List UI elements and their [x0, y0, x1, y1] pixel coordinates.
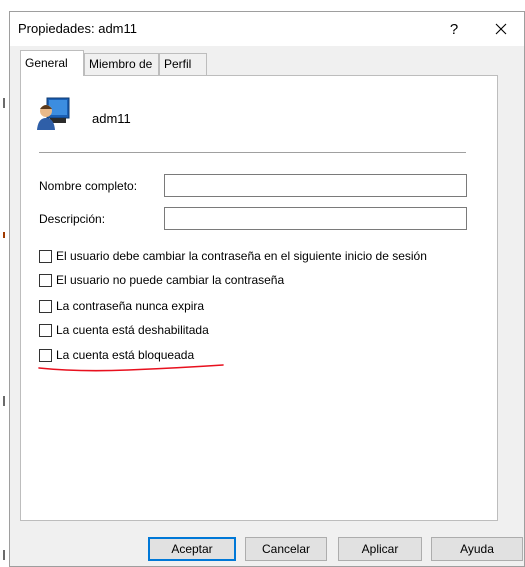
background-mark	[3, 98, 5, 108]
account-disabled-option[interactable]: La cuenta está deshabilitada	[39, 322, 209, 338]
tab-miembro-de[interactable]: Miembro de	[84, 53, 159, 75]
ok-button[interactable]: Aceptar	[148, 537, 236, 561]
must-change-password-checkbox[interactable]	[39, 249, 52, 263]
apply-button[interactable]: Aplicar	[338, 537, 422, 561]
background-mark	[3, 232, 5, 238]
divider	[39, 152, 466, 153]
close-button[interactable]	[478, 12, 524, 46]
user-icon	[37, 97, 70, 130]
account-disabled-checkbox[interactable]	[39, 323, 52, 337]
full-name-field[interactable]	[164, 174, 467, 197]
checkbox-label: La contraseña nunca expira	[56, 299, 205, 313]
full-name-label: Nombre completo:	[39, 179, 138, 193]
account-name: adm11	[92, 111, 131, 126]
checkbox-label: La cuenta está bloqueada	[56, 348, 195, 362]
help-icon: ?	[449, 20, 459, 38]
checkbox-label: El usuario no puede cambiar la contraseñ…	[56, 273, 285, 287]
description-field[interactable]	[164, 207, 467, 230]
tab-perfil[interactable]: Perfil	[159, 53, 207, 75]
background-mark	[3, 550, 5, 560]
password-never-expires-option[interactable]: La contraseña nunca expira	[39, 298, 204, 314]
window-title: Propiedades: adm11	[18, 21, 138, 36]
tab-label: Miembro de	[89, 57, 153, 71]
account-locked-checkbox[interactable]	[39, 348, 52, 362]
cannot-change-password-option[interactable]: El usuario no puede cambiar la contraseñ…	[39, 272, 284, 288]
cancel-button[interactable]: Cancelar	[245, 537, 327, 561]
help-title-button[interactable]: ?	[434, 12, 474, 46]
tab-label: Perfil	[164, 57, 192, 71]
close-icon	[495, 23, 507, 35]
background-window-edge	[0, 0, 9, 567]
checkbox-label: La cuenta está deshabilitada	[56, 323, 209, 337]
tab-label: General	[25, 56, 68, 70]
background-mark	[3, 396, 5, 406]
red-underline-annotation	[38, 364, 224, 372]
help-button[interactable]: Ayuda	[431, 537, 523, 561]
cannot-change-password-checkbox[interactable]	[39, 273, 52, 287]
password-never-expires-checkbox[interactable]	[39, 299, 52, 313]
description-label: Descripción:	[39, 212, 106, 226]
must-change-password-option[interactable]: El usuario debe cambiar la contraseña en…	[39, 248, 427, 264]
tab-general[interactable]: General	[20, 50, 84, 76]
checkbox-label: El usuario debe cambiar la contraseña en…	[56, 249, 427, 263]
title-bar[interactable]: Propiedades: adm11 ?	[10, 12, 524, 46]
